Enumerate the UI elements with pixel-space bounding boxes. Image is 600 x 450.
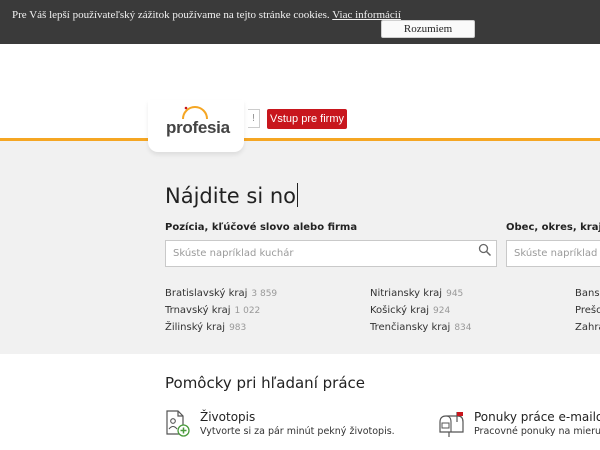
region-link[interactable]: Zahra	[575, 322, 600, 333]
region-link[interactable]: Košický kraj 924	[370, 305, 450, 316]
profesia-logo[interactable]: profesia	[166, 118, 230, 138]
region-count: 924	[433, 306, 451, 316]
header-gray-button[interactable]: !	[248, 109, 260, 128]
position-search-input[interactable]	[165, 240, 497, 267]
region-count: 1 022	[234, 306, 261, 316]
region-name: Trenčiansky kraj	[370, 322, 451, 333]
headline-text: Nájdite si no	[165, 184, 297, 208]
region-name: Žilinský kraj	[165, 322, 226, 333]
region-name: Bansk	[575, 288, 600, 299]
cookie-message: Pre Váš lepší používateľský zážitok použ…	[12, 9, 401, 21]
location-label: Obec, okres, kraj ale	[506, 222, 600, 233]
region-link[interactable]: Prešo	[575, 305, 600, 316]
region-name: Bratislavský kraj	[165, 288, 248, 299]
cv-tool-title[interactable]: Životopis	[200, 410, 255, 424]
tools-section-title: Pomôcky pri hľadaní práce	[165, 374, 365, 392]
page-headline: Nájdite si no	[165, 183, 299, 208]
search-icon[interactable]	[478, 243, 492, 257]
region-link[interactable]: Nitriansky kraj 945	[370, 288, 463, 299]
position-label: Pozícia, kľúčové slovo alebo firma	[165, 222, 358, 233]
cv-add-icon[interactable]	[165, 410, 191, 438]
region-name: Prešo	[575, 305, 600, 316]
cv-tool-description: Vytvorte si za pár minút pekný životopis…	[200, 426, 395, 437]
region-count: 834	[454, 323, 472, 333]
region-link[interactable]: Trnavský kraj 1 022	[165, 305, 260, 316]
region-link[interactable]: Trenčiansky kraj 834	[370, 322, 472, 333]
region-name: Trnavský kraj	[165, 305, 231, 316]
region-count: 983	[229, 323, 247, 333]
region-name: Zahra	[575, 322, 600, 333]
region-link[interactable]: Žilinský kraj 983	[165, 322, 246, 333]
company-login-button[interactable]: Vstup pre firmy	[267, 109, 347, 129]
region-count: 945	[446, 289, 464, 299]
cookie-text: Pre Váš lepší používateľský zážitok použ…	[12, 9, 330, 21]
region-link[interactable]: Bratislavský kraj 3 859	[165, 288, 277, 299]
cookie-bar: Pre Váš lepší používateľský zážitok použ…	[0, 0, 600, 44]
region-count: 3 859	[251, 289, 278, 299]
mailbox-icon[interactable]	[437, 410, 465, 438]
cookie-accept-button[interactable]: Rozumiem	[381, 20, 475, 38]
text-caret	[297, 183, 299, 207]
region-link[interactable]: Bansk	[575, 288, 600, 299]
location-search-input[interactable]	[506, 240, 600, 267]
region-name: Nitriansky kraj	[370, 288, 443, 299]
email-jobs-tool-description: Pracovné ponuky na mieru e-m	[474, 426, 600, 437]
email-jobs-tool-title[interactable]: Ponuky práce e-mailom	[474, 410, 600, 424]
region-name: Košický kraj	[370, 305, 430, 316]
header-accent-line	[0, 138, 600, 141]
